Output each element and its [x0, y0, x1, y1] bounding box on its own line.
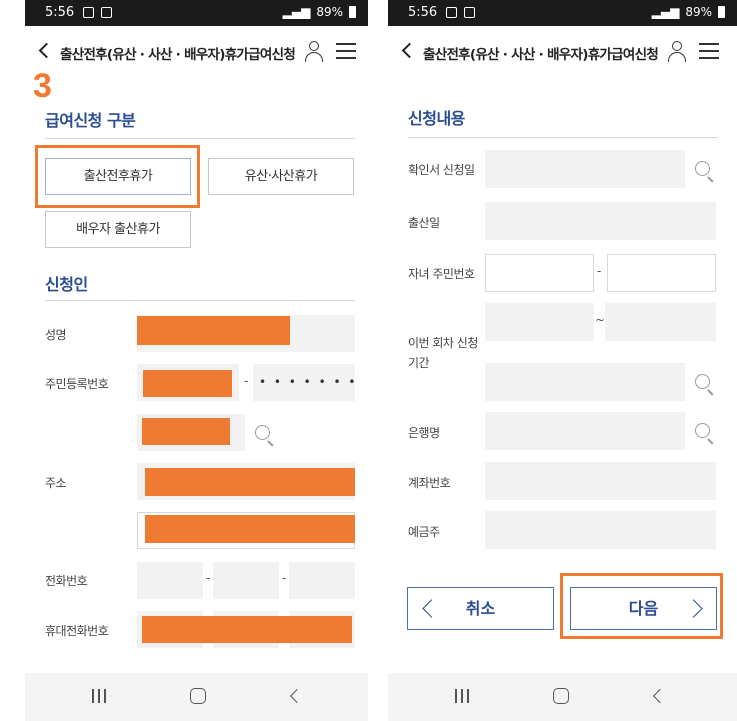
right-screen: 5:56 ▂▄▆ 89% 출산전후(유산 · 사산 · 배우자)휴가급여신청 신…	[388, 0, 737, 721]
page-title: 출산전후(유산 · 사산 · 배우자)휴가급여신청	[60, 47, 296, 63]
back-nav-icon[interactable]	[289, 688, 305, 704]
back-arrow-icon[interactable]	[401, 42, 418, 59]
phone-field-1[interactable]	[137, 562, 203, 599]
redacted-value	[145, 515, 355, 543]
rrn-separator: -	[244, 374, 249, 388]
option-spouse-leave[interactable]: 배우자 출산휴가	[45, 211, 191, 248]
address-label: 주소	[45, 476, 67, 490]
divider	[408, 137, 718, 138]
redacted-value	[145, 468, 355, 496]
bank-field[interactable]	[485, 412, 685, 450]
bank-label: 은행명	[408, 426, 440, 440]
divider	[45, 138, 355, 139]
redacted-value	[143, 370, 232, 397]
app-notification-icon	[464, 7, 475, 18]
search-icon[interactable]	[694, 160, 716, 183]
holder-label: 예금주	[408, 525, 440, 539]
status-right: ▂▄▆ 89%	[283, 5, 356, 19]
page-title: 출산전후(유산 · 사산 · 배우자)휴가급여신청	[423, 47, 659, 63]
gallery-notification-icon	[83, 7, 94, 18]
home-icon[interactable]	[553, 688, 569, 704]
gallery-notification-icon	[446, 7, 457, 18]
status-bar: 5:56 ▂▄▆ 89%	[388, 0, 737, 26]
leave-type-title: 급여신청 구분	[45, 111, 136, 130]
step-marker: 3	[33, 67, 52, 105]
phone-separator: -	[206, 571, 211, 585]
account-field[interactable]	[485, 462, 716, 500]
rrn-label: 주민등록번호	[45, 377, 109, 391]
birth-date-field[interactable]	[485, 202, 716, 240]
signal-icon: ▂▄▆	[282, 5, 311, 19]
back-arrow-icon[interactable]	[38, 42, 55, 59]
status-time: 5:56	[408, 5, 438, 20]
phone-field-2[interactable]	[213, 562, 279, 599]
rrn-masked: • • • • • • •	[259, 375, 358, 389]
phone-separator: -	[282, 571, 287, 585]
app-bar: 출산전후(유산 · 사산 · 배우자)휴가급여신청	[388, 26, 737, 80]
battery-level: 89%	[685, 5, 712, 19]
period-separator: ~	[595, 313, 606, 327]
app-bar: 출산전후(유산 · 사산 · 배우자)휴가급여신청	[25, 26, 368, 80]
name-label: 성명	[45, 328, 67, 342]
search-icon[interactable]	[694, 422, 716, 445]
child-rrn-back-field[interactable]	[607, 254, 716, 292]
cancel-label: 취소	[465, 599, 496, 618]
left-screen: 5:56 ▂▄▆ 89% 출산전후(유산 · 사산 · 배우자)휴가급여신청 3…	[25, 0, 368, 721]
mobile-label: 휴대전화번호	[45, 624, 109, 638]
option-miscarriage-leave[interactable]: 유산·사산휴가	[208, 158, 354, 195]
menu-icon[interactable]	[336, 43, 356, 60]
app-notification-icon	[101, 7, 112, 18]
battery-level: 89%	[316, 5, 343, 19]
user-icon[interactable]	[304, 41, 324, 63]
status-bar: 5:56 ▂▄▆ 89%	[25, 0, 368, 26]
signal-icon: ▂▄▆	[651, 5, 680, 19]
confirm-date-field[interactable]	[485, 150, 685, 188]
phone-field-3[interactable]	[289, 562, 355, 599]
redacted-value	[142, 616, 352, 643]
divider	[45, 300, 355, 301]
applicant-title: 신청인	[45, 275, 88, 294]
user-icon[interactable]	[667, 41, 687, 63]
redacted-value	[142, 418, 230, 445]
confirm-date-label: 확인서 신청일	[408, 163, 475, 177]
system-navigation-bar	[388, 673, 737, 721]
phone-label: 전화번호	[45, 574, 88, 588]
period-label: 이번 회차 신청기간	[408, 336, 478, 370]
period-start-field[interactable]	[485, 303, 594, 341]
system-navigation-bar	[25, 673, 368, 721]
child-rrn-front-field[interactable]	[485, 254, 594, 292]
birth-date-label: 출산일	[408, 216, 440, 230]
status-time: 5:56	[45, 5, 75, 20]
chevron-left-icon	[422, 599, 441, 618]
holder-field[interactable]	[485, 511, 716, 549]
child-rrn-label: 자녀 주민번호	[408, 267, 475, 281]
battery-icon	[349, 6, 356, 18]
highlight-box	[35, 145, 200, 208]
menu-icon[interactable]	[699, 43, 719, 60]
redacted-value	[137, 316, 290, 345]
back-nav-icon[interactable]	[652, 688, 668, 704]
search-icon[interactable]	[254, 424, 276, 447]
period-end-field[interactable]	[605, 303, 716, 341]
battery-icon	[718, 6, 725, 18]
home-icon[interactable]	[190, 688, 206, 704]
recent-apps-icon[interactable]	[92, 689, 108, 703]
child-rrn-separator: -	[597, 264, 602, 278]
highlight-box	[560, 573, 723, 639]
search-icon[interactable]	[694, 373, 716, 396]
status-right: ▂▄▆ 89%	[652, 5, 725, 19]
period-date-field[interactable]	[485, 363, 685, 401]
cancel-button[interactable]: 취소	[407, 587, 554, 630]
application-title: 신청내용	[408, 109, 465, 128]
recent-apps-icon[interactable]	[455, 689, 471, 703]
account-label: 계좌번호	[408, 476, 451, 490]
